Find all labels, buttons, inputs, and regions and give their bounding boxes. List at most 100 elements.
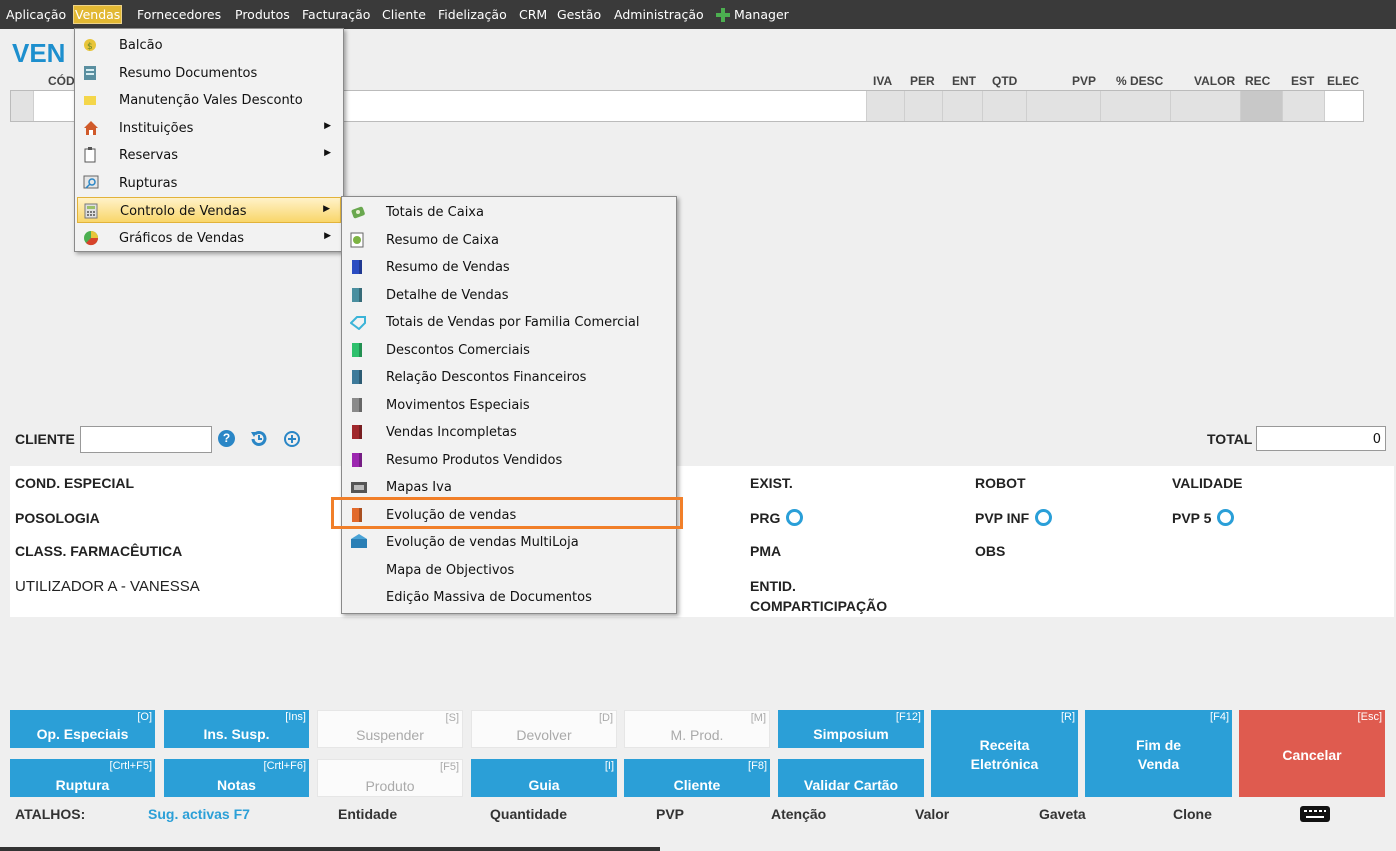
col-header-est: EST	[1291, 74, 1315, 88]
m-prod-button[interactable]: [M] M. Prod.	[624, 710, 770, 748]
vendas-menu-item-label: Manutenção Vales Desconto	[119, 93, 303, 108]
notas-label: Notas	[217, 777, 256, 793]
m-prod-label: M. Prod.	[670, 727, 724, 743]
comparticipacao-label: COMPARTICIPAÇÃO	[750, 598, 888, 614]
notas-key: [Crtl+F6]	[263, 760, 306, 772]
vendas-menu-item-instituicoes[interactable]: Instituições ▶	[77, 115, 341, 141]
controlo-menu-item-evolucao-de-vendas-multiloja[interactable]: Evolução de vendas MultiLoja	[344, 529, 674, 555]
submenu-arrow-icon: ▶	[324, 230, 331, 241]
produto-button[interactable]: [F5] Produto	[317, 759, 463, 797]
vendas-menu-item-resumo-documentos[interactable]: Resumo Documentos	[77, 60, 341, 86]
col-header-qtd: QTD	[992, 74, 1018, 88]
ruptura-label: Ruptura	[55, 777, 110, 793]
keyboard-icon[interactable]	[1300, 806, 1330, 822]
menu-vendas[interactable]: Vendas	[72, 5, 123, 24]
prg-history-icon[interactable]	[786, 508, 804, 526]
menu-administracao[interactable]: Administração	[614, 6, 704, 23]
shortcut-valor[interactable]: Valor	[915, 806, 949, 822]
menu-crm[interactable]: CRM	[519, 6, 547, 23]
controlo-menu-item-vendas-incompletas[interactable]: Vendas Incompletas	[344, 419, 674, 445]
controlo-menu-item-resumo-de-vendas[interactable]: Resumo de Vendas	[344, 254, 674, 280]
guia-button[interactable]: [I] Guia	[471, 759, 617, 797]
shortcut-gaveta[interactable]: Gaveta	[1039, 806, 1086, 822]
vendas-menu-item-rupturas[interactable]: Rupturas	[77, 170, 341, 196]
controlo-menu-item-totais-de-vendas-por-familia-comercial[interactable]: Totais de Vendas por Familia Comercial	[344, 309, 674, 335]
grid-cell-ent	[942, 91, 983, 121]
ruptura-button[interactable]: [Crtl+F5] Ruptura	[10, 759, 155, 797]
vendas-menu-item-balcao[interactable]: $ Balcão	[77, 32, 341, 58]
add-client-icon[interactable]	[283, 430, 301, 448]
history-icon[interactable]	[249, 429, 269, 449]
grid-row-selector[interactable]	[11, 91, 33, 121]
receita-eletronica-button[interactable]: [R] Receita Eletrónica	[931, 710, 1078, 797]
guia-label: Guia	[528, 777, 560, 793]
menu-aplicacao[interactable]: Aplicação	[6, 6, 66, 23]
controlo-menu-item-resumo-produtos-vendidos[interactable]: Resumo Produtos Vendidos	[344, 447, 674, 473]
vendas-menu-item-controlo-de-vendas[interactable]: Controlo de Vendas ▶	[77, 197, 341, 223]
cliente-button[interactable]: [F8] Cliente	[624, 759, 770, 797]
controlo-menu-item-movimentos-especiais[interactable]: Movimentos Especiais	[344, 392, 674, 418]
vendas-menu-item-label: Rupturas	[119, 175, 178, 191]
vendas-menu-item-graficos-de-vendas[interactable]: Gráficos de Vendas ▶	[77, 225, 341, 251]
op-especiais-button[interactable]: [O] Op. Especiais	[10, 710, 155, 748]
devolver-label: Devolver	[516, 727, 572, 743]
vendas-menu-item-manutencao-vales-desconto[interactable]: Manutenção Vales Desconto	[77, 87, 341, 113]
manager-cross-icon	[716, 7, 730, 22]
menu-fornecedores[interactable]: Fornecedores	[137, 6, 221, 23]
controlo-menu-item-edicao-massiva-de-documentos[interactable]: Edição Massiva de Documentos	[344, 584, 674, 610]
controlo-menu-item-relacao-descontos-financeiros[interactable]: Relação Descontos Financeiros	[344, 364, 674, 390]
prg-label: PRG	[750, 508, 804, 528]
menu-produtos[interactable]: Produtos	[235, 6, 290, 23]
notas-button[interactable]: [Crtl+F6] Notas	[164, 759, 309, 797]
simposium-key: [F12]	[895, 711, 921, 723]
controlo-menu-item-label: Resumo de Caixa	[386, 232, 499, 248]
controlo-menu-item-detalhe-de-vendas[interactable]: Detalhe de Vendas	[344, 282, 674, 308]
ins-susp-button[interactable]: [Ins] Ins. Susp.	[164, 710, 309, 748]
grid-cell-valor	[1170, 91, 1241, 121]
voucher-icon	[83, 92, 97, 108]
pie-chart-icon	[83, 230, 99, 246]
shortcut-atencao[interactable]: Atenção	[771, 806, 826, 822]
grid-code-cell[interactable]	[33, 91, 37, 121]
controlo-menu-item-descontos-comerciais[interactable]: Descontos Comerciais	[344, 337, 674, 363]
shortcut-entidade[interactable]: Entidade	[338, 806, 397, 822]
fim-de-venda-label-2: Venda	[1137, 756, 1180, 772]
shortcut-quantidade[interactable]: Quantidade	[490, 806, 567, 822]
op-especiais-key: [O]	[137, 711, 152, 723]
controlo-menu-item-totais-de-caixa[interactable]: Totais de Caixa	[344, 199, 674, 225]
calculator-icon	[84, 203, 98, 219]
fim-de-venda-label-1: Fim de	[1135, 737, 1182, 753]
produto-key: [F5]	[440, 761, 459, 773]
simposium-button[interactable]: [F12] Simposium	[778, 710, 924, 748]
menu-manager[interactable]: Manager	[716, 6, 789, 23]
devolver-button[interactable]: [D] Devolver	[471, 710, 617, 748]
vendas-menu-item-label: Reservas	[119, 148, 178, 163]
controlo-menu-item-resumo-de-caixa[interactable]: Resumo de Caixa	[344, 227, 674, 253]
vendas-menu-item-reservas[interactable]: Reservas ▶	[77, 142, 341, 168]
menu-facturacao[interactable]: Facturação	[302, 6, 370, 23]
coin-icon: $	[83, 37, 97, 53]
submenu-arrow-icon: ▶	[324, 120, 331, 131]
cancelar-button[interactable]: [Esc] Cancelar	[1239, 710, 1385, 797]
menu-cliente[interactable]: Cliente	[382, 6, 426, 23]
validar-cartao-button[interactable]: Validar Cartão	[778, 759, 924, 797]
shortcut-pvp[interactable]: PVP	[656, 806, 684, 822]
document-summary-icon	[83, 65, 97, 81]
page-title: VEN	[12, 38, 66, 68]
menu-gestao[interactable]: Gestão	[557, 6, 601, 23]
magnifier-icon	[83, 175, 99, 191]
controlo-menu-item-mapa-de-objectivos[interactable]: Mapa de Objectivos	[344, 557, 674, 583]
help-icon[interactable]: ?	[218, 430, 235, 447]
fim-de-venda-button[interactable]: [F4] Fim de Venda	[1085, 710, 1232, 797]
sug-activas-link[interactable]: Sug. activas F7	[148, 806, 250, 822]
fim-de-venda-key: [F4]	[1210, 711, 1229, 723]
client-input[interactable]	[80, 426, 212, 453]
pvp-inf-label: PVP INF	[975, 508, 1053, 528]
menu-fidelizacao[interactable]: Fidelização	[438, 6, 507, 23]
suspender-button[interactable]: [S] Suspender	[317, 710, 463, 748]
cliente-label: Cliente	[673, 777, 721, 793]
controlo-menu-item-label: Detalhe de Vendas	[386, 287, 509, 303]
shortcut-clone[interactable]: Clone	[1173, 806, 1212, 822]
pvp5-history-icon[interactable]	[1217, 508, 1235, 526]
pvp-inf-history-icon[interactable]	[1035, 508, 1053, 526]
